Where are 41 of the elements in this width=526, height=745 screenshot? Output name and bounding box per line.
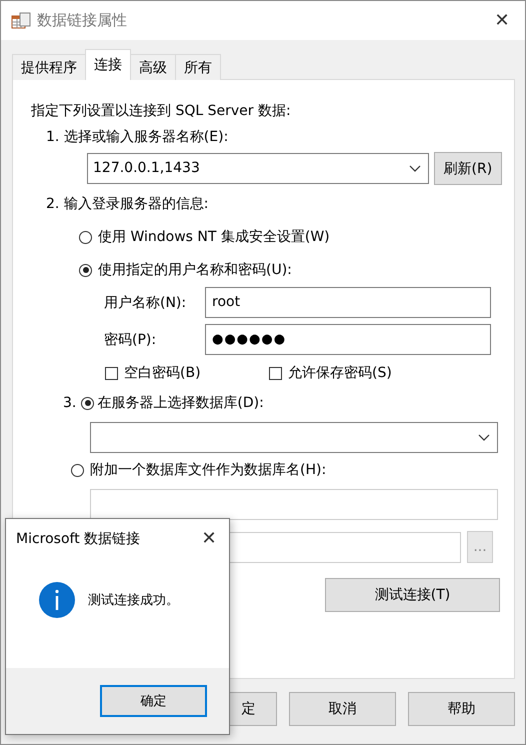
database-combo-box[interactable] [90, 422, 498, 453]
radio-button[interactable] [79, 264, 92, 276]
username-label: 用户名称(N): [104, 294, 188, 312]
dialog-title: Microsoft 数据链接 [16, 530, 140, 548]
database-name-field[interactable] [90, 489, 498, 520]
password-field[interactable]: ●●●●●● [205, 324, 491, 355]
close-button[interactable]: ✕ [479, 1, 525, 40]
chevron-down-icon [478, 434, 490, 442]
chevron-down-icon [408, 165, 421, 173]
username-field[interactable]: root [205, 287, 491, 318]
window-title: 数据链接属性 [37, 11, 128, 30]
dialog-button[interactable]: 帮助 [408, 692, 515, 726]
instruction-text: 指定下列设置以连接到 SQL Server 数据: [31, 102, 292, 121]
refresh-button[interactable]: 刷新(R) [434, 152, 502, 185]
info-icon [38, 581, 76, 619]
step-number: 3. [63, 395, 76, 411]
radio-label: 使用 Windows NT 集成安全设置(W) [98, 228, 330, 246]
message-text: 测试连接成功。 [88, 592, 179, 609]
radio-label: 使用指定的用户名称和密码(U): [98, 261, 292, 279]
checkbox[interactable] [105, 366, 118, 380]
app-icon [11, 10, 31, 30]
tab[interactable]: 连接 [85, 49, 131, 80]
test-connection-button[interactable]: 测试连接(T) [325, 578, 500, 612]
radio-button[interactable] [79, 230, 92, 244]
dialog-button[interactable]: 取消 [289, 692, 396, 726]
step-label: 1. 选择或输入服务器名称(E): [46, 128, 230, 147]
radio-label: 在服务器上选择数据库(D): [97, 394, 264, 412]
step-label: 2. 输入登录服务器的信息: [46, 195, 210, 214]
close-button[interactable]: ✕ [189, 528, 229, 549]
checkbox[interactable] [269, 366, 282, 380]
checkbox-label: 空白密码(B) [124, 364, 201, 382]
ok-button[interactable]: 确定 [100, 685, 207, 717]
password-label: 密码(P): [104, 330, 158, 348]
tab[interactable]: 所有 [175, 54, 221, 80]
radio-label: 附加一个数据库文件作为数据库名(H): [90, 461, 326, 479]
server-combo-box[interactable]: 127.0.0.1,1433 [87, 153, 429, 184]
checkbox-label: 允许保存密码(S) [288, 364, 392, 382]
radio-button[interactable] [71, 464, 84, 476]
radio-button[interactable] [81, 396, 94, 410]
tab[interactable]: 提供程序 [12, 54, 86, 80]
tab[interactable]: 高级 [130, 54, 176, 80]
